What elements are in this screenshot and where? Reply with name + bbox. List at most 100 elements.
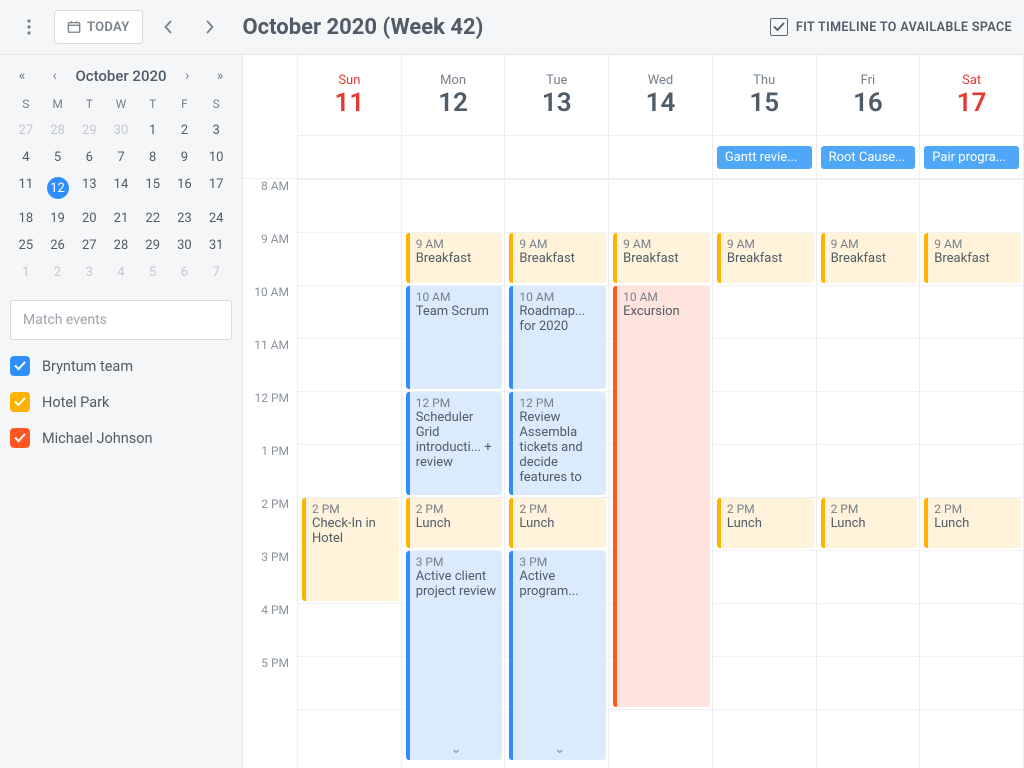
calendar-event[interactable]: 2 PMCheck-In in Hotel [302, 498, 399, 601]
mini-cal-day[interactable]: 25 [10, 232, 42, 259]
calendar-event[interactable]: 3 PMActive program...⌄ [509, 551, 606, 760]
mini-cal-day[interactable]: 4 [10, 144, 42, 171]
mini-cal-day[interactable]: 12 [42, 171, 74, 205]
calendar-event[interactable]: 9 AMBreakfast [509, 233, 606, 283]
resource-toggle[interactable]: Bryntum team [10, 356, 232, 376]
calendar-event[interactable]: 2 PMLunch [509, 498, 606, 548]
day-header[interactable]: Fri16 [817, 55, 920, 135]
mini-cal-day[interactable]: 5 [137, 259, 169, 286]
mini-cal-next-month[interactable]: › [175, 68, 199, 84]
calendar-event[interactable]: 12 PMReview Assembla tickets and decide … [509, 392, 606, 495]
allday-cell[interactable] [402, 135, 505, 179]
calendar-event[interactable]: 9 AMBreakfast [821, 233, 918, 283]
fit-timeline-toggle[interactable]: FIT TIMELINE TO AVAILABLE SPACE [770, 18, 1012, 36]
today-button[interactable]: TODAY [54, 10, 143, 44]
calendar-event[interactable]: 10 AMRoadmap... for 2020 [509, 286, 606, 389]
calendar-event[interactable]: 9 AMBreakfast [717, 233, 814, 283]
day-header[interactable]: Tue13 [505, 55, 608, 135]
mini-cal-day[interactable]: 10 [200, 144, 232, 171]
calendar-event[interactable]: 10 AMTeam Scrum [406, 286, 503, 389]
filter-input[interactable] [10, 300, 232, 340]
calendar-event[interactable]: 10 AMExcursion [613, 286, 710, 707]
day-header[interactable]: Wed14 [609, 55, 712, 135]
mini-cal-day[interactable]: 1 [137, 117, 169, 144]
mini-cal-day[interactable]: 27 [10, 117, 42, 144]
mini-cal-day[interactable]: 3 [200, 117, 232, 144]
mini-cal-day[interactable]: 24 [200, 205, 232, 232]
resource-toggle[interactable]: Michael Johnson [10, 428, 232, 448]
mini-cal-day[interactable]: 2 [169, 117, 201, 144]
calendar-event[interactable]: 2 PMLunch [821, 498, 918, 548]
day-body[interactable]: 9 AMBreakfast10 AMExcursion [609, 179, 712, 768]
prev-week-button[interactable] [151, 10, 185, 44]
day-body[interactable]: 9 AMBreakfast10 AMRoadmap... for 202012 … [505, 179, 608, 768]
mini-cal-day[interactable]: 14 [105, 171, 137, 205]
allday-event[interactable]: Pair progra... [924, 146, 1019, 169]
allday-cell[interactable] [298, 135, 401, 179]
day-body[interactable]: 2 PMCheck-In in Hotel [298, 179, 401, 768]
mini-cal-day[interactable]: 26 [42, 232, 74, 259]
mini-cal-day[interactable]: 7 [105, 144, 137, 171]
mini-cal-day[interactable]: 9 [169, 144, 201, 171]
chevron-down-icon[interactable]: ⌄ [513, 741, 606, 757]
day-body[interactable]: 9 AMBreakfast 2 PMLunch [817, 179, 920, 768]
mini-cal-day[interactable]: 4 [105, 259, 137, 286]
allday-cell[interactable] [609, 135, 712, 179]
mini-cal-day[interactable]: 16 [169, 171, 201, 205]
mini-cal-day[interactable]: 27 [73, 232, 105, 259]
mini-cal-day[interactable]: 28 [105, 232, 137, 259]
day-body[interactable]: 9 AMBreakfast10 AMTeam Scrum12 PMSchedul… [402, 179, 505, 768]
day-header[interactable]: Thu15 [713, 55, 816, 135]
mini-cal-day[interactable]: 18 [10, 205, 42, 232]
resource-toggle[interactable]: Hotel Park [10, 392, 232, 412]
mini-cal-day[interactable]: 15 [137, 171, 169, 205]
allday-cell[interactable] [505, 135, 608, 179]
allday-cell[interactable]: Gantt revie... [713, 135, 816, 179]
mini-cal-day[interactable]: 30 [169, 232, 201, 259]
mini-cal-day[interactable]: 22 [137, 205, 169, 232]
calendar-event[interactable]: 2 PMLunch [717, 498, 814, 548]
day-body[interactable]: 9 AMBreakfast 2 PMLunch [920, 179, 1023, 768]
mini-cal-prev-month[interactable]: ‹ [43, 68, 67, 84]
mini-cal-day[interactable]: 1 [10, 259, 42, 286]
mini-cal-day[interactable]: 19 [42, 205, 74, 232]
mini-cal-next-year[interactable]: » [208, 68, 232, 84]
mini-cal-day[interactable]: 28 [42, 117, 74, 144]
mini-cal-day[interactable]: 5 [42, 144, 74, 171]
mini-cal-title[interactable]: October 2020 [75, 67, 166, 85]
allday-cell[interactable]: Root Cause... [817, 135, 920, 179]
day-body[interactable]: 9 AMBreakfast 2 PMLunch [713, 179, 816, 768]
calendar-event[interactable]: 2 PMLunch [406, 498, 503, 548]
mini-cal-day[interactable]: 3 [73, 259, 105, 286]
mini-cal-day[interactable]: 8 [137, 144, 169, 171]
allday-event[interactable]: Root Cause... [821, 146, 916, 169]
next-week-button[interactable] [193, 10, 227, 44]
mini-cal-day[interactable]: 17 [200, 171, 232, 205]
mini-cal-day[interactable]: 29 [73, 117, 105, 144]
allday-event[interactable]: Gantt revie... [717, 146, 812, 169]
calendar-event[interactable]: 12 PMScheduler Grid introducti... + revi… [406, 392, 503, 495]
mini-cal-day[interactable]: 11 [10, 171, 42, 205]
day-header[interactable]: Mon12 [402, 55, 505, 135]
mini-cal-day[interactable]: 13 [73, 171, 105, 205]
calendar-event[interactable]: 9 AMBreakfast [613, 233, 710, 283]
calendar-event[interactable]: 9 AMBreakfast [406, 233, 503, 283]
menu-icon[interactable] [12, 10, 46, 44]
day-header[interactable]: Sat17 [920, 55, 1023, 135]
mini-cal-day[interactable]: 2 [42, 259, 74, 286]
mini-cal-day[interactable]: 31 [200, 232, 232, 259]
chevron-down-icon[interactable]: ⌄ [410, 741, 503, 757]
mini-cal-day[interactable]: 21 [105, 205, 137, 232]
mini-cal-day[interactable]: 23 [169, 205, 201, 232]
mini-cal-day[interactable]: 29 [137, 232, 169, 259]
allday-cell[interactable]: Pair progra... [920, 135, 1023, 179]
mini-cal-day[interactable]: 20 [73, 205, 105, 232]
calendar-event[interactable]: 2 PMLunch [924, 498, 1021, 548]
calendar-event[interactable]: 9 AMBreakfast [924, 233, 1021, 283]
mini-cal-day[interactable]: 7 [200, 259, 232, 286]
mini-cal-day[interactable]: 30 [105, 117, 137, 144]
day-header[interactable]: Sun11 [298, 55, 401, 135]
mini-cal-day[interactable]: 6 [169, 259, 201, 286]
calendar-event[interactable]: 3 PMActive client project review⌄ [406, 551, 503, 760]
mini-cal-prev-year[interactable]: « [10, 68, 34, 84]
